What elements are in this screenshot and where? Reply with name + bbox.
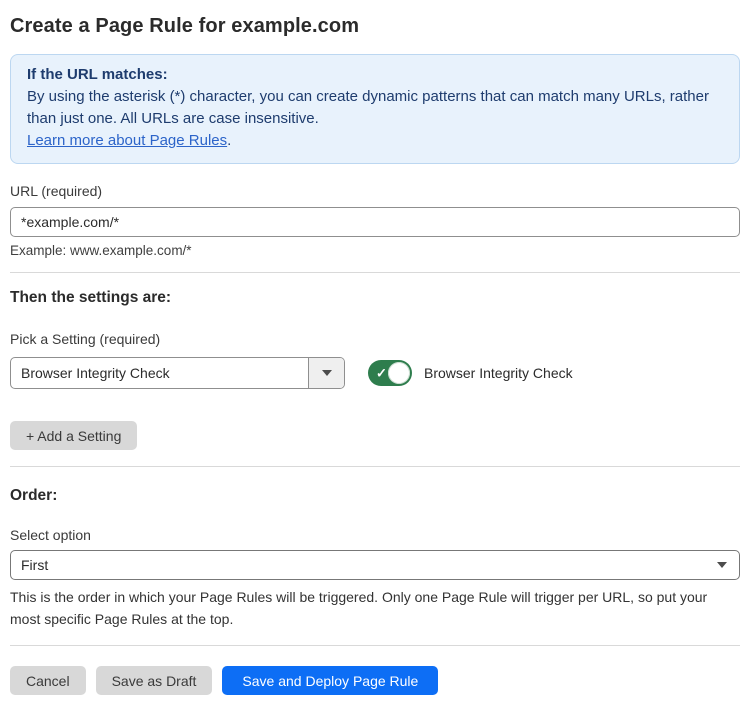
setting-dropdown-value: Browser Integrity Check <box>11 358 308 388</box>
divider <box>10 645 740 646</box>
page-rule-form: Create a Page Rule for example.com If th… <box>0 0 750 695</box>
url-match-info-banner: If the URL matches: By using the asteris… <box>10 54 740 164</box>
setting-row: Browser Integrity Check ✓ Browser Integr… <box>10 357 740 389</box>
pick-setting-label: Pick a Setting (required) <box>10 331 740 347</box>
chevron-down-icon <box>322 370 332 376</box>
chevron-down-icon <box>717 562 727 568</box>
info-banner-heading: If the URL matches: <box>27 64 723 86</box>
toggle-knob <box>388 362 410 384</box>
order-select-value: First <box>21 557 717 573</box>
url-input[interactable] <box>10 207 740 237</box>
order-helper-text: This is the order in which your Page Rul… <box>10 586 740 630</box>
page-title: Create a Page Rule for example.com <box>10 0 740 38</box>
cancel-button[interactable]: Cancel <box>10 666 86 695</box>
setting-toggle[interactable]: ✓ <box>368 360 412 386</box>
order-select[interactable]: First <box>10 550 740 580</box>
check-icon: ✓ <box>376 367 387 380</box>
setting-dropdown[interactable]: Browser Integrity Check <box>10 357 345 389</box>
toggle-label: Browser Integrity Check <box>424 365 573 381</box>
url-field-label: URL (required) <box>10 183 740 199</box>
settings-section-heading: Then the settings are: <box>10 289 740 307</box>
divider <box>10 272 740 273</box>
link-period: . <box>227 132 231 149</box>
order-section-heading: Order: <box>10 487 740 505</box>
setting-dropdown-arrow-button[interactable] <box>308 358 344 388</box>
save-draft-button[interactable]: Save as Draft <box>96 666 213 695</box>
learn-more-link[interactable]: Learn more about Page Rules <box>27 132 227 149</box>
divider <box>10 466 740 467</box>
save-deploy-button[interactable]: Save and Deploy Page Rule <box>222 666 438 695</box>
info-banner-link-line: Learn more about Page Rules. <box>27 130 723 152</box>
form-actions: Cancel Save as Draft Save and Deploy Pag… <box>10 666 740 695</box>
order-select-label: Select option <box>10 527 740 543</box>
url-example-helper: Example: www.example.com/* <box>10 243 740 258</box>
add-setting-button[interactable]: + Add a Setting <box>10 421 137 450</box>
info-banner-body: By using the asterisk (*) character, you… <box>27 86 723 130</box>
